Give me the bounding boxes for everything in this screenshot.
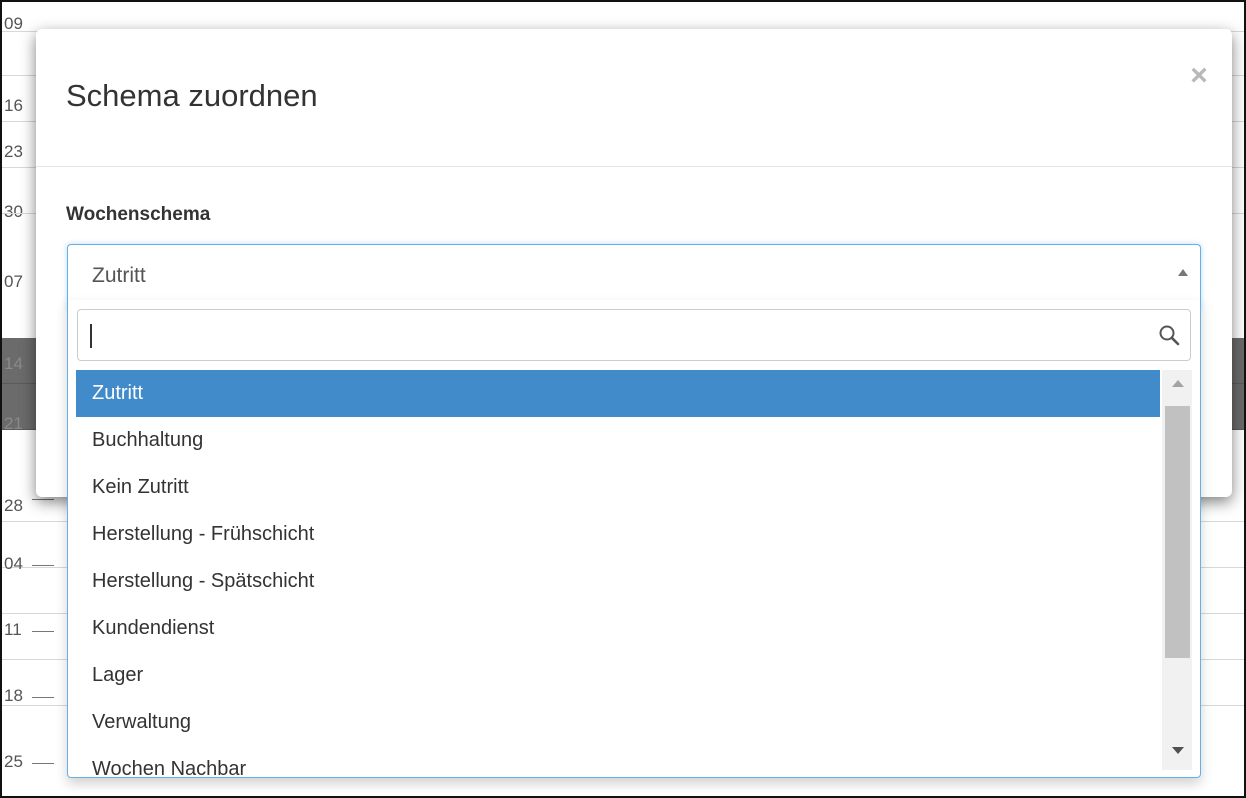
scroll-up-arrow-icon[interactable] (1172, 380, 1184, 387)
caret-up-icon[interactable] (1178, 269, 1188, 276)
select-dropdown: Zutritt Buchhaltung Kein Zutritt Herstel… (67, 300, 1201, 778)
close-icon[interactable]: × (1184, 59, 1214, 93)
screenshot-frame: 09 16 23 30 07 14 21 28 04 11 18 25 Sche… (0, 0, 1246, 798)
search-icon (1159, 325, 1180, 346)
option-lager[interactable]: Lager (76, 652, 1160, 699)
option-verwaltung[interactable]: Verwaltung (76, 699, 1160, 746)
options-scrollbar[interactable] (1162, 370, 1192, 770)
week-schema-label: Wochenschema (66, 204, 211, 225)
option-herstellung-spaetschicht[interactable]: Herstellung - Spätschicht (76, 558, 1160, 605)
option-zutritt[interactable]: Zutritt (76, 370, 1160, 417)
scroll-thumb[interactable] (1165, 406, 1190, 658)
option-wochen-nachbar[interactable]: Wochen Nachbar (76, 746, 1160, 778)
option-kundendienst[interactable]: Kundendienst (76, 605, 1160, 652)
options-list: Zutritt Buchhaltung Kein Zutritt Herstel… (76, 370, 1160, 778)
option-kein-zutritt[interactable]: Kein Zutritt (76, 464, 1160, 511)
option-herstellung-fruehschicht[interactable]: Herstellung - Frühschicht (76, 511, 1160, 558)
text-cursor (90, 324, 92, 348)
option-buchhaltung[interactable]: Buchhaltung (76, 417, 1160, 464)
modal-title: Schema zuordnen (66, 78, 318, 113)
search-input[interactable] (88, 318, 1148, 352)
scroll-down-arrow-icon[interactable] (1172, 747, 1184, 754)
search-field[interactable] (77, 309, 1191, 361)
select-current-value: Zutritt (92, 264, 146, 287)
modal-header: Schema zuordnen × (36, 29, 1232, 167)
